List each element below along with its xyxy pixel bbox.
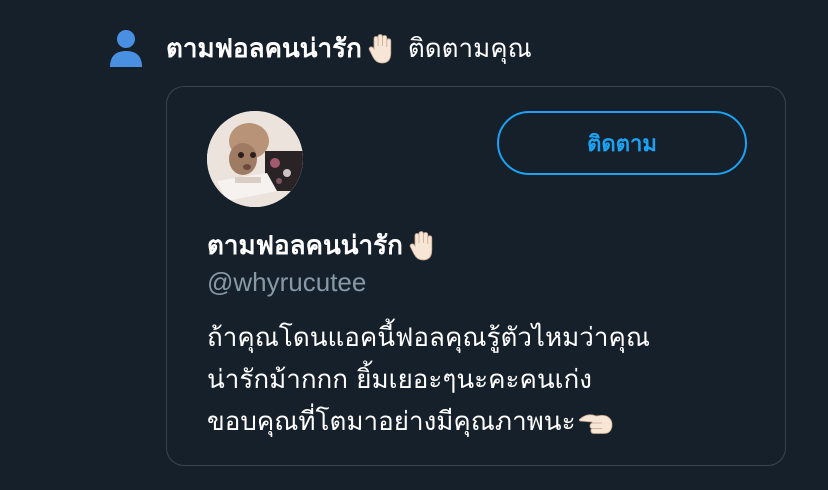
user-handle[interactable]: @whyrucutee: [207, 267, 366, 298]
notification-text: ตามฟอลคนน่ารัก ติดตามคุณ: [166, 33, 532, 65]
avatar[interactable]: [207, 111, 303, 207]
user-bio: ถ้าคุณโดนแอคนี้ฟอลคุณรู้ตัวไหมว่าคุณ น่า…: [207, 317, 767, 443]
avatar-image: [207, 111, 303, 207]
bio-line: น่ารักม้ากกก ยิ้มเยอะๆนะคะคนเก่ง: [207, 365, 592, 395]
bio-line: ถ้าคุณโดนแอคนี้ฟอลคุณรู้ตัวไหมว่าคุณ: [207, 323, 651, 353]
follow-button[interactable]: ติดตาม: [497, 111, 747, 175]
display-name[interactable]: ตามฟอลคนน่ารัก: [207, 225, 439, 266]
bio-line-text: ขอบคุณที่โตมาอย่างมีคุณภาพนะ: [207, 407, 576, 437]
notification-user-name[interactable]: ตามฟอลคนน่ารัก: [166, 36, 362, 62]
notification-action-text: ติดตามคุณ: [407, 34, 532, 64]
raised-hand-emoji: [409, 230, 433, 260]
pointing-left-hand-emoji: [578, 413, 612, 434]
display-name-text: ตามฟอลคนน่ารัก: [207, 231, 403, 261]
notification-screen: ตามฟอลคนน่ารัก ติดตามคุณ ติดตาม ตามฟอลคน…: [0, 0, 828, 490]
user-card[interactable]: ติดตาม ตามฟอลคนน่ารัก @whyrucutee ถ้าคุณ…: [166, 86, 786, 466]
bio-line-last: ขอบคุณที่โตมาอย่างมีคุณภาพนะ: [207, 401, 767, 443]
raised-hand-emoji: [368, 34, 392, 64]
follow-notification[interactable]: ตามฟอลคนน่ารัก ติดตามคุณ: [108, 24, 532, 74]
person-icon: [110, 30, 142, 67]
